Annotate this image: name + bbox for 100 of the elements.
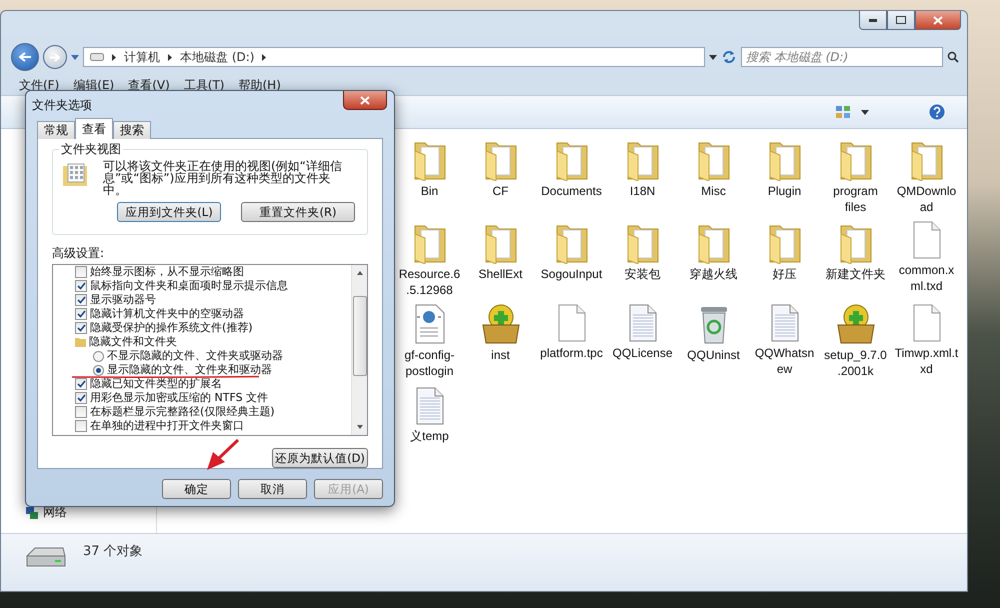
help-icon[interactable] <box>929 104 945 120</box>
nav-item-label[interactable]: 网络 <box>43 504 67 521</box>
scroll-up-arrow-icon[interactable] <box>356 271 362 275</box>
file-name[interactable]: Bin <box>398 183 462 199</box>
file-name[interactable]: 安装包 <box>610 266 674 282</box>
chevron-right-icon[interactable] <box>168 54 172 60</box>
description-text: 可以将该文件夹正在使用的视图(例如“详细信息”或“图标”)应用到所有这种类型的文件夹中。 <box>103 160 343 196</box>
scrollbar[interactable] <box>351 265 367 435</box>
scroll-down-arrow-icon[interactable] <box>356 425 362 429</box>
text-file-icon <box>414 386 444 426</box>
checkbox[interactable] <box>75 308 87 320</box>
radio-button[interactable] <box>93 364 104 376</box>
refresh-icon[interactable] <box>721 50 737 64</box>
network-icon <box>25 506 39 520</box>
close-icon[interactable] <box>933 16 943 24</box>
folder-icon <box>75 337 86 347</box>
dialog-button[interactable]: 取消 <box>238 479 307 499</box>
file-name[interactable]: common.xml.txd <box>894 262 958 294</box>
minimize-button[interactable] <box>859 11 887 30</box>
tab[interactable]: 搜索 <box>113 121 151 139</box>
restore-defaults-button[interactable]: 还原为默认值(D) <box>272 448 368 468</box>
nav-item[interactable]: 网络 <box>25 504 156 521</box>
file-name[interactable]: Misc <box>682 183 746 199</box>
file-name[interactable]: setup_9.7.0.2001k <box>824 347 888 379</box>
address-bar[interactable]: 计算机 本地磁盘 (D:) <box>83 47 705 67</box>
dialog-title: 文件夹选项 <box>32 97 92 114</box>
file-name[interactable]: QMDownload <box>894 183 958 215</box>
dropdown-arrow-icon[interactable] <box>709 54 717 60</box>
breadcrumb-item[interactable]: 计算机 <box>124 48 160 66</box>
file-name[interactable]: SogouInput <box>540 266 604 282</box>
section-label: 高级设置: <box>52 245 106 262</box>
view-options-icon[interactable] <box>835 105 851 119</box>
maximize-button[interactable] <box>887 11 915 30</box>
file-name[interactable]: Timwp.xml.txd <box>894 345 958 377</box>
web-document-icon <box>414 303 446 345</box>
chevron-right-icon[interactable] <box>112 54 116 60</box>
file-name[interactable]: QQUninst <box>682 347 746 363</box>
text-file-icon <box>770 303 800 343</box>
document-icon <box>912 220 942 260</box>
file-name[interactable]: ShellExt <box>468 266 532 282</box>
checkbox[interactable] <box>75 294 87 306</box>
setting-option[interactable]: 鼠标指向文件夹和桌面项时显示提示信息 <box>75 279 351 293</box>
chevron-right-icon[interactable] <box>262 54 266 60</box>
file-name[interactable]: inst <box>468 347 532 363</box>
annotation-arrow <box>207 438 240 470</box>
checkbox[interactable] <box>75 392 87 404</box>
file-name[interactable]: platform.tpc <box>540 345 604 361</box>
file-name[interactable]: Plugin <box>752 183 816 199</box>
checkbox[interactable] <box>75 280 87 292</box>
file-name[interactable]: QQWhatsnew <box>752 345 816 377</box>
close-button[interactable] <box>343 91 387 110</box>
setting-option[interactable]: 始终显示图标，从不显示缩略图 <box>75 265 351 279</box>
dropdown-arrow-icon[interactable] <box>861 110 869 114</box>
file-name[interactable]: 新建文件夹 <box>824 266 888 282</box>
setting-option[interactable]: 显示隐藏的文件、文件夹和驱动器 <box>93 363 351 377</box>
file-name[interactable]: 义temp <box>398 428 462 444</box>
file-name[interactable]: QQLicense <box>610 345 674 361</box>
drive-icon <box>90 53 104 61</box>
group-title: 文件夹视图 <box>59 142 123 156</box>
tab[interactable]: 常规 <box>37 121 75 139</box>
file-name[interactable]: I18N <box>610 183 674 199</box>
back-button[interactable] <box>11 43 39 71</box>
minimize-icon[interactable] <box>869 18 877 22</box>
setting-option[interactable]: 不显示隐藏的文件、文件夹或驱动器 <box>93 349 351 363</box>
forward-button[interactable] <box>43 45 67 69</box>
setting-option[interactable]: 在单独的进程中打开文件夹窗口 <box>75 419 351 433</box>
dialog-button[interactable]: 应用到文件夹(L) <box>117 202 221 222</box>
tab[interactable]: 查看 <box>75 118 113 139</box>
breadcrumb-item[interactable]: 本地磁盘 (D:) <box>180 48 254 66</box>
checkbox[interactable] <box>75 378 87 390</box>
checkbox[interactable] <box>75 420 87 432</box>
back-arrow-icon[interactable] <box>19 52 31 62</box>
document-icon <box>556 303 586 343</box>
setting-option[interactable]: 显示驱动器号 <box>75 293 351 307</box>
file-name[interactable]: CF <box>468 183 532 199</box>
maximize-icon[interactable] <box>896 16 906 24</box>
item-count: 37 个对象 <box>83 543 143 560</box>
file-name[interactable]: gf-config-postlogin <box>398 347 462 379</box>
file-name[interactable]: Documents <box>540 183 604 199</box>
file-name[interactable]: 好压 <box>752 266 816 282</box>
setting-option[interactable]: 用彩色显示加密或压缩的 NTFS 文件 <box>75 391 351 405</box>
dialog-button[interactable]: 重置文件夹(R) <box>241 202 355 222</box>
file-name[interactable]: Resource.6.5.12968 <box>398 266 462 298</box>
setting-option[interactable]: 隐藏受保护的操作系统文件(推荐) <box>75 321 351 335</box>
setting-option[interactable]: 隐藏已知文件类型的扩展名 <box>75 377 351 391</box>
search-icon[interactable] <box>947 51 959 63</box>
close-button[interactable] <box>915 11 961 30</box>
file-name[interactable]: 穿越火线 <box>682 266 746 282</box>
text-file-icon <box>628 303 658 343</box>
checkbox[interactable] <box>75 266 87 278</box>
close-icon[interactable] <box>360 96 370 104</box>
setting-option[interactable]: 隐藏计算机文件夹中的空驱动器 <box>75 307 351 321</box>
setting-group-label: 隐藏文件和文件夹 <box>75 335 351 349</box>
file-name[interactable]: program files <box>824 183 888 215</box>
search-field[interactable]: 搜索 本地磁盘 (D:) <box>741 47 943 67</box>
setting-option[interactable]: 在标题栏显示完整路径(仅限经典主题) <box>75 405 351 419</box>
radio-button[interactable] <box>93 350 104 362</box>
checkbox[interactable] <box>75 406 87 418</box>
dialog-button[interactable]: 确定 <box>162 479 231 499</box>
checkbox[interactable] <box>75 322 87 334</box>
